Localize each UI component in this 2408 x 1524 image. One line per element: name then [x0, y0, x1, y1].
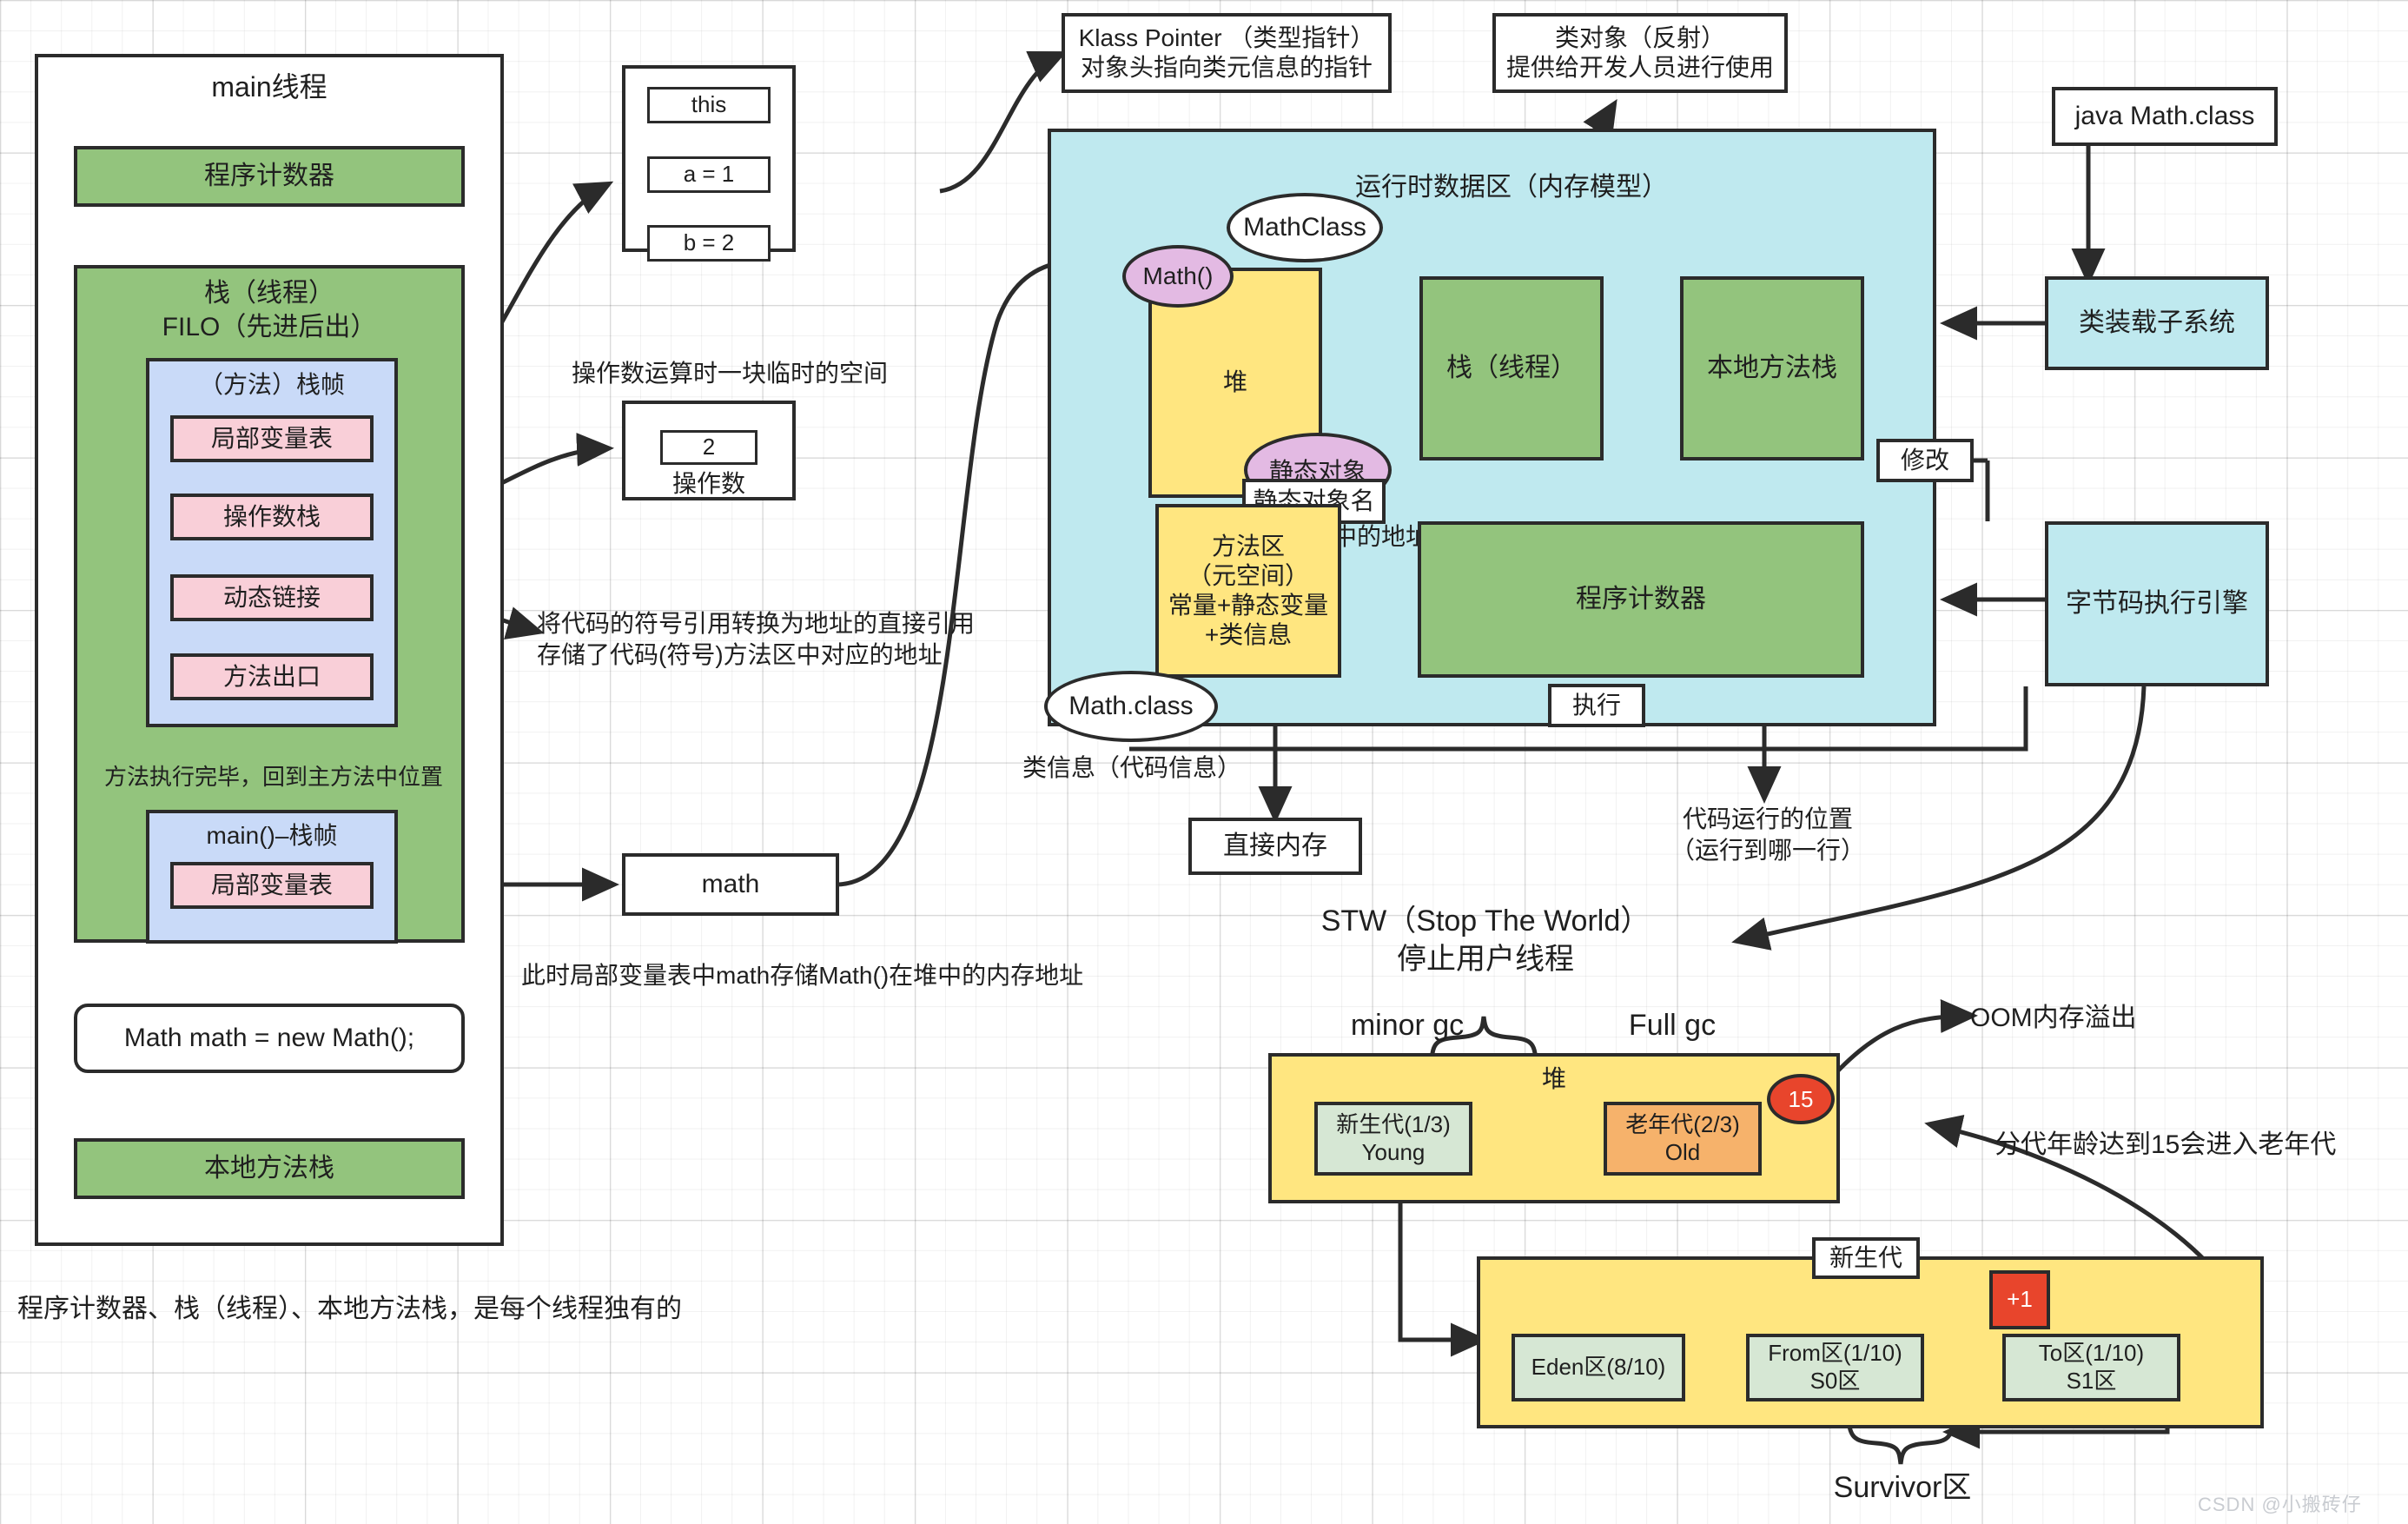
math-variable-box: math [622, 853, 839, 916]
method-frame-title: （方法）栈帧 [198, 371, 345, 398]
code-line-box: Math math = new Math(); [74, 1004, 465, 1073]
oom-note: OOM内存溢出 [1970, 1004, 2137, 1032]
runtime-native-method-stack: 本地方法栈 [1680, 276, 1864, 461]
age-plus-one-badge: +1 [1989, 1270, 2050, 1329]
age-promotion-note: 分代年龄达到15会进入老年代 [1995, 1130, 2337, 1159]
math-variable-note: 此时局部变量表中math存储Math()在堆中的内存地址 [521, 962, 1084, 989]
frame-operand-stack: 操作数栈 [170, 494, 374, 540]
old-gen-box: 老年代(2/3) Old [1604, 1102, 1762, 1176]
modify-label: 修改 [1876, 439, 1974, 482]
from-survivor-box: From区(1/10) S0区 [1746, 1334, 1924, 1401]
young-gen-box: 新生代(1/3) Young [1314, 1102, 1472, 1176]
main-thread-title: main线程 [211, 71, 327, 103]
age-badge-15: 15 [1767, 1074, 1835, 1124]
eden-box: Eden区(8/10) [1512, 1334, 1685, 1401]
main-frame-local-var-table: 局部变量表 [170, 862, 374, 909]
pc-position-note: 代码运行的位置 （运行到哪一行） [1670, 805, 1865, 865]
minor-gc-label: minor gc [1350, 1009, 1465, 1042]
operand-value: 2 [660, 430, 757, 465]
main-thread-footer-note: 程序计数器、栈（线程）、本地方法栈，是每个线程独有的 [17, 1295, 682, 1323]
local-value-this: this [647, 87, 771, 123]
gc-heap-title: 堆 [1541, 1065, 1566, 1092]
full-gc-label: Full gc [1628, 1009, 1717, 1042]
execute-label: 执行 [1548, 684, 1645, 727]
local-value-b: b = 2 [647, 225, 771, 262]
class-loader-box: 类装载子系统 [2045, 276, 2269, 370]
stw-label: STW（Stop The World） 停止用户线程 [1320, 904, 1651, 977]
main-method-frame-title: main()–栈帧 [206, 822, 338, 849]
young-gen-detail-title: 新生代 [1812, 1237, 1920, 1279]
class-object-box: 类对象（反射） 提供给开发人员进行使用 [1492, 13, 1788, 93]
runtime-thread-stack: 栈（线程） [1419, 276, 1604, 461]
local-value-a: a = 1 [647, 156, 771, 193]
operand-temp-space-note: 操作数运算时一块临时的空间 [571, 360, 888, 387]
dynamic-link-note: 将代码的符号引用转换为地址的直接引用 存储了代码(符号)方法区中对应的地址 [537, 610, 976, 669]
klass-pointer-box: Klass Pointer （类型指针） 对象头指向类元信息的指针 [1062, 13, 1392, 93]
runtime-data-area-title: 运行时数据区（内存模型） [1355, 173, 1668, 202]
watermark: CSDN @小搬砖仔 [2198, 1494, 2362, 1515]
method-area-box: 方法区 （元空间） 常量+静态变量 +类信息 [1155, 504, 1341, 678]
main-thread-pc: 程序计数器 [74, 146, 465, 207]
bytecode-engine-box: 字节码执行引擎 [2045, 521, 2269, 686]
operand-caption: 操作数 [671, 470, 745, 497]
class-info-note: 类信息（代码信息） [1022, 754, 1241, 781]
survivor-label: Survivor区 [1833, 1471, 1972, 1504]
frame-method-exit: 方法出口 [170, 653, 374, 700]
runtime-program-counter: 程序计数器 [1418, 521, 1864, 678]
to-survivor-box: To区(1/10) S1区 [2002, 1334, 2180, 1401]
math-instance-bubble: Math() [1122, 245, 1234, 308]
java-command-box: java Math.class [2052, 87, 2278, 146]
thread-stack-title: 栈（线程） FILO（先进后出） [162, 279, 377, 341]
left-native-method-stack: 本地方法栈 [74, 1138, 465, 1199]
method-return-note: 方法执行完毕，回到主方法中位置 [103, 764, 443, 790]
frame-local-var-table: 局部变量表 [170, 415, 374, 462]
math-class-file-bubble: Math.class [1044, 671, 1218, 742]
frame-dynamic-link: 动态链接 [170, 574, 374, 621]
direct-memory-box: 直接内存 [1188, 818, 1362, 875]
math-class-bubble: MathClass [1227, 193, 1383, 262]
